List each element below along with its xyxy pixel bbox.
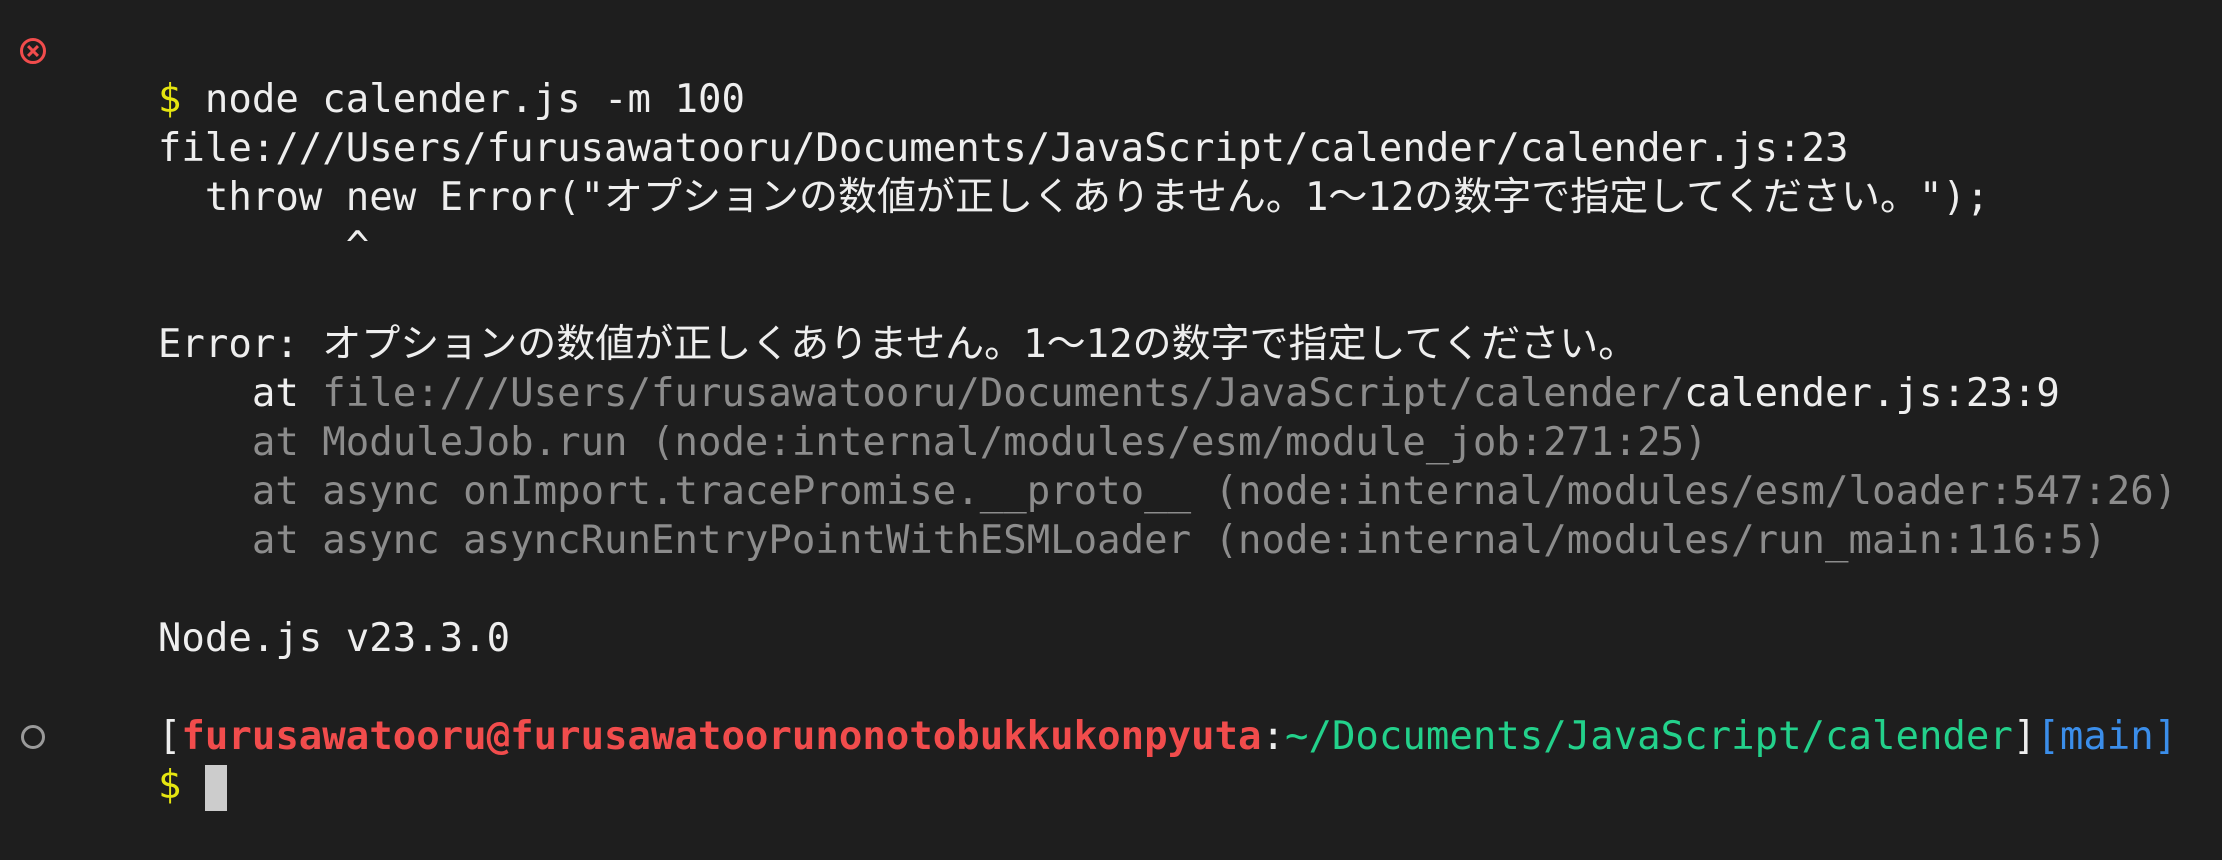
- error-file-reference: file:///Users/furusawatooru/Documents/Ja…: [64, 75, 1849, 171]
- command-line: $ node calender.js -m 100: [64, 26, 745, 122]
- prompt-cwd: ~/Documents/JavaScript/calender: [1284, 714, 2013, 759]
- command-failed-decoration[interactable]: [16, 26, 50, 75]
- prompt-user-host: furusawatooru@furusawatoorunonotobukkuko…: [181, 714, 1262, 759]
- stack-location-dim: async asyncRunEntryPointWithESMLoader (n…: [322, 518, 2107, 563]
- idle-circle-icon: [21, 724, 45, 749]
- stack-trace-line: at async asyncRunEntryPointWithESMLoader…: [64, 467, 2107, 563]
- error-code-line: throw new Error("オプションの数値が正しくありません。1〜12の…: [64, 124, 1990, 220]
- stack-trace-line: at async onImport.tracePromise.__proto__…: [64, 418, 2177, 514]
- stack-location-link[interactable]: calender.js:23:9: [1684, 371, 2060, 416]
- caret-text: ^: [157, 224, 370, 269]
- prompt-close-bracket: ]: [2012, 714, 2037, 759]
- node-version-text: Node.js v23.3.0: [157, 616, 511, 661]
- error-circle-icon: [20, 37, 46, 64]
- active-prompt-line[interactable]: $: [64, 712, 227, 811]
- prompt-colon: :: [1261, 714, 1285, 759]
- prompt-git-branch: [main]: [2036, 714, 2178, 759]
- stack-trace-line: at file:///Users/furusawatooru/Documents…: [64, 320, 2060, 416]
- active-prompt-symbol: $: [157, 763, 182, 808]
- command-idle-decoration[interactable]: [16, 712, 50, 761]
- node-version-line: Node.js v23.3.0: [64, 565, 510, 661]
- error-message-line: Error: オプションの数値が正しくありません。1〜12の数字で指定してくださ…: [64, 271, 1637, 367]
- error-caret-line: ^: [64, 173, 370, 269]
- stack-at-keyword: at: [157, 518, 323, 563]
- terminal-pane[interactable]: $ node calender.js -m 100 file:///Users/…: [0, 0, 2222, 811]
- prompt-info-line: [furusawatooru@furusawatoorunonotobukkuk…: [64, 663, 2177, 759]
- code-line-text: throw new Error("オプションの数値が正しくありません。1〜12の…: [157, 175, 1990, 220]
- stack-trace-line: at ModuleJob.run (node:internal/modules/…: [64, 369, 1708, 465]
